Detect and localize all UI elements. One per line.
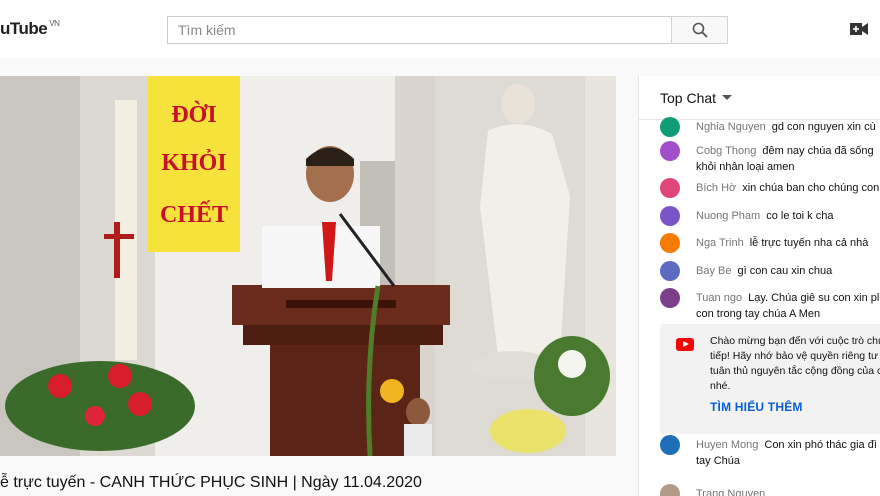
chat-mode-label: Top Chat bbox=[660, 89, 717, 106]
youtube-icon bbox=[676, 338, 694, 351]
avatar bbox=[660, 261, 680, 281]
chat-author: Nga Trinh bbox=[696, 237, 744, 249]
svg-text:KHỎI: KHỎI bbox=[161, 150, 226, 176]
chat-text: lễ trực tuyến nha cả nhà bbox=[749, 237, 869, 249]
svg-text:ĐỜI: ĐỜI bbox=[171, 101, 216, 128]
chat-text: co le toi k cha bbox=[766, 210, 834, 222]
avatar bbox=[660, 141, 680, 161]
logo-region: VN bbox=[49, 19, 60, 28]
avatar bbox=[660, 206, 680, 226]
search-button[interactable] bbox=[671, 16, 728, 44]
avatar bbox=[660, 233, 680, 253]
video-title: ễ trực tuyến - CANH THỨC PHỤC SINH | Ngà… bbox=[0, 474, 422, 491]
chat-text: gd con nguyen xin cù bbox=[771, 121, 876, 133]
chat-author: Bích Hờ bbox=[696, 182, 737, 194]
avatar bbox=[660, 178, 680, 198]
avatar bbox=[660, 484, 680, 496]
chat-welcome-notice: Chào mừng bạn đến với cuộc trò chu tiếp!… bbox=[660, 324, 880, 434]
video-frame: ĐỜI KHỎI CHẾT bbox=[0, 76, 616, 456]
logo-text: uTube bbox=[0, 19, 48, 38]
chat-text: xin chúa ban cho chúng con bbox=[742, 182, 880, 194]
live-chat-panel: Top Chat Nghia Nguyen gd con nguyen xin c… bbox=[638, 76, 880, 496]
chat-author: Bay Be bbox=[696, 265, 732, 277]
chat-author: Nuong Pham bbox=[696, 210, 761, 222]
chat-mode-selector[interactable]: Top Chat bbox=[639, 76, 880, 120]
chat-text: gì con cau xin chua bbox=[737, 265, 833, 277]
search-box bbox=[167, 16, 672, 44]
video-player[interactable]: ĐỜI KHỎI CHẾT bbox=[0, 76, 616, 456]
notice-text: Chào mừng bạn đến với cuộc trò chu tiếp!… bbox=[710, 335, 880, 392]
chat-author: Tuan ngo bbox=[696, 292, 743, 304]
avatar bbox=[660, 288, 680, 308]
search-icon bbox=[692, 22, 708, 38]
youtube-logo[interactable]: uTube VN bbox=[0, 19, 60, 39]
learn-more-link[interactable]: TÌM HIỂU THÊM bbox=[710, 400, 803, 414]
chevron-down-icon bbox=[722, 95, 733, 100]
top-bar: uTube VN bbox=[0, 0, 880, 58]
svg-text:CHẾT: CHẾT bbox=[160, 201, 228, 228]
chat-author: Nghia Nguyen bbox=[696, 121, 766, 133]
avatar bbox=[660, 435, 680, 455]
avatar bbox=[660, 117, 680, 137]
search-input[interactable] bbox=[168, 17, 671, 43]
chat-author: Cobg Thong bbox=[696, 145, 757, 157]
chat-author: Huyen Mong bbox=[696, 439, 759, 451]
create-video-icon[interactable] bbox=[850, 22, 868, 41]
